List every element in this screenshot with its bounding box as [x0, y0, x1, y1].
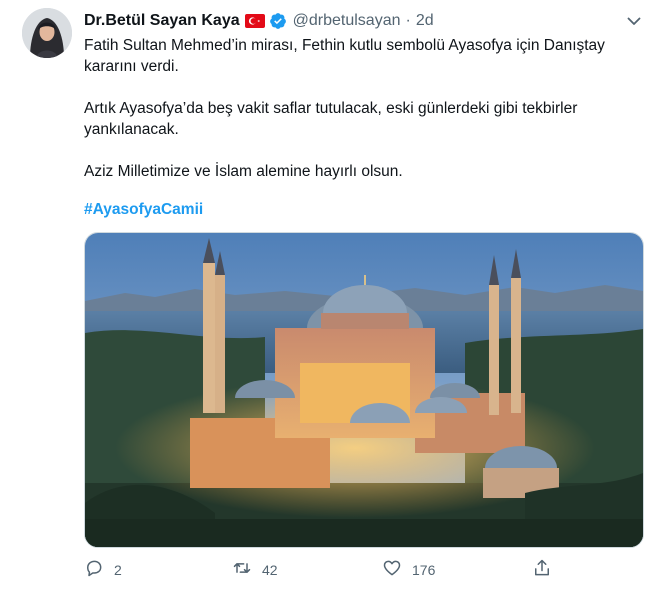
- tweet-actions: 2 42 176: [84, 558, 644, 582]
- verified-badge-icon: [269, 12, 287, 30]
- heart-icon: [382, 558, 402, 581]
- chevron-down-icon[interactable]: [624, 11, 644, 31]
- author-handle[interactable]: @drbetulsayan: [293, 12, 401, 30]
- retweet-icon: [232, 558, 252, 581]
- tweet-paragraph: Aziz Milletimize ve İslam alemine hayırl…: [84, 163, 403, 180]
- reply-count: 2: [114, 561, 122, 578]
- avatar[interactable]: [22, 8, 72, 58]
- turkish-flag-icon: [244, 14, 265, 28]
- mosque-photo: [85, 233, 643, 547]
- like-count: 176: [412, 561, 436, 578]
- separator-dot: ·: [405, 12, 411, 29]
- share-button[interactable]: [532, 558, 552, 581]
- share-icon: [532, 558, 552, 581]
- tweet-header: Dr.Betül Sayan Kaya @drbetulsayan · 2d: [84, 10, 434, 32]
- tweet[interactable]: Dr.Betül Sayan Kaya @drbetulsayan · 2d F…: [0, 0, 657, 591]
- reply-icon: [84, 558, 104, 581]
- tweet-paragraph: Artık Ayasofya’da beş vakit saflar tutul…: [84, 100, 578, 138]
- retweet-button[interactable]: 42: [232, 558, 278, 581]
- tweet-timestamp[interactable]: 2d: [416, 12, 434, 30]
- like-button[interactable]: 176: [382, 558, 435, 581]
- retweet-count: 42: [262, 561, 278, 578]
- tweet-photo[interactable]: [84, 232, 644, 548]
- hashtag-link[interactable]: #AyasofyaCamii: [84, 201, 203, 219]
- tweet-paragraph: Fatih Sultan Mehmed’in mirası, Fethin ku…: [84, 37, 605, 75]
- tweet-text: Fatih Sultan Mehmed’in mirası, Fethin ku…: [84, 35, 644, 203]
- reply-button[interactable]: 2: [84, 558, 122, 581]
- author-name[interactable]: Dr.Betül Sayan Kaya: [84, 12, 240, 30]
